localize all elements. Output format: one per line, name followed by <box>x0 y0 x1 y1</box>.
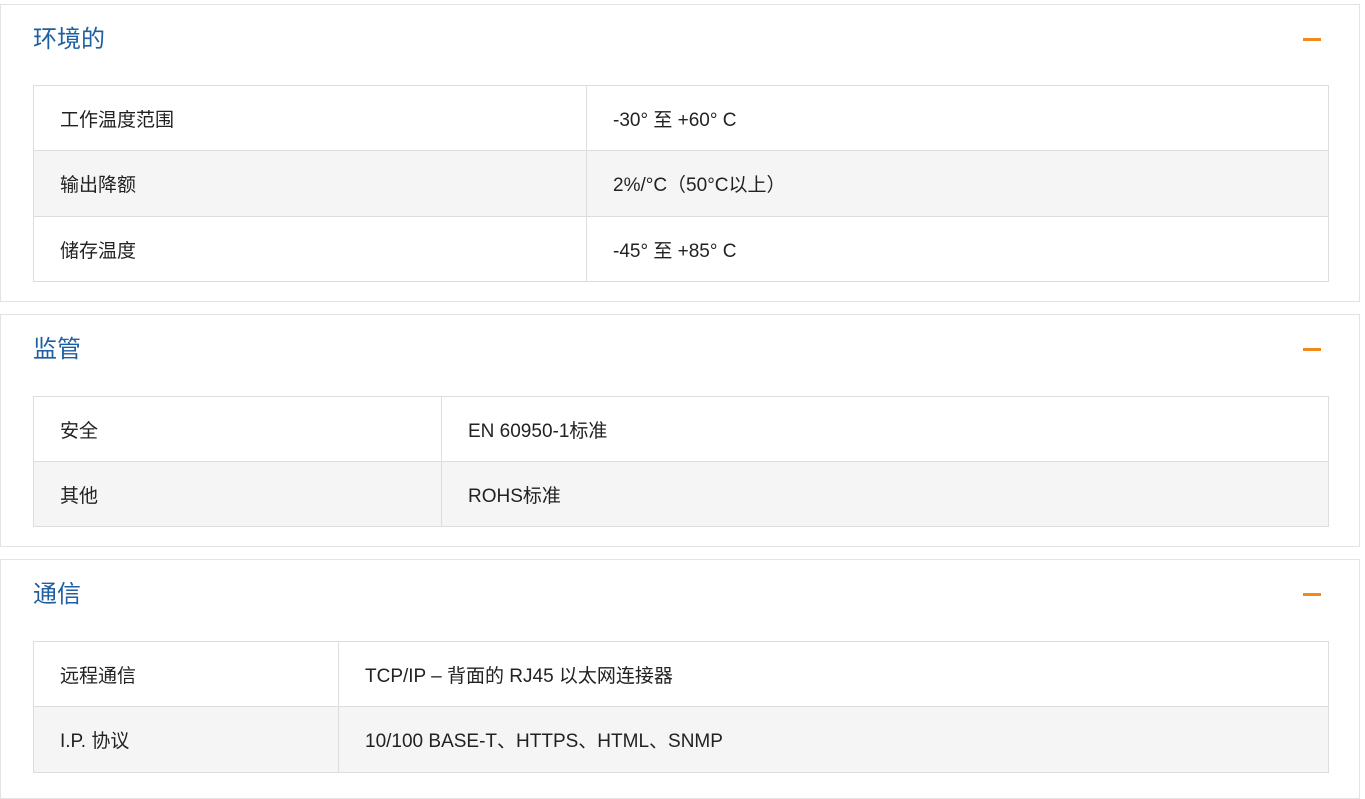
section-regulatory: 监管 安全 EN 60950-1标准 其他 ROHS标准 <box>0 314 1360 547</box>
section-communications: 通信 远程通信 TCP/IP – 背面的 RJ45 以太网连接器 I.P. 协议… <box>0 559 1360 799</box>
table-row: 工作温度范围 -30° 至 +60° C <box>33 85 1329 151</box>
section-header[interactable]: 监管 <box>1 315 1359 381</box>
spec-value: -30° 至 +60° C <box>586 85 1329 151</box>
table-row: 输出降额 2%/°C（50°C以上） <box>33 150 1329 217</box>
table-row: 安全 EN 60950-1标准 <box>33 396 1329 462</box>
minus-icon <box>1303 38 1321 41</box>
spec-value: ROHS标准 <box>441 461 1329 527</box>
spec-table: 远程通信 TCP/IP – 背面的 RJ45 以太网连接器 I.P. 协议 10… <box>33 641 1329 773</box>
spec-label: 输出降额 <box>33 150 587 217</box>
spec-label: 储存温度 <box>33 216 587 282</box>
spec-value: 10/100 BASE-T、HTTPS、HTML、SNMP <box>338 706 1329 773</box>
section-title: 环境的 <box>33 26 105 53</box>
section-title: 监管 <box>33 336 81 363</box>
section-title: 通信 <box>33 581 81 608</box>
spec-label: 工作温度范围 <box>33 85 587 151</box>
spec-value: 2%/°C（50°C以上） <box>586 150 1329 217</box>
section-header[interactable]: 环境的 <box>1 5 1359 71</box>
minus-icon <box>1303 348 1321 351</box>
table-row: 储存温度 -45° 至 +85° C <box>33 216 1329 282</box>
table-row: I.P. 协议 10/100 BASE-T、HTTPS、HTML、SNMP <box>33 706 1329 773</box>
collapse-toggle-button[interactable] <box>1303 341 1323 361</box>
spec-label: 安全 <box>33 396 442 462</box>
table-row: 远程通信 TCP/IP – 背面的 RJ45 以太网连接器 <box>33 641 1329 707</box>
section-header[interactable]: 通信 <box>1 560 1359 626</box>
minus-icon <box>1303 593 1321 596</box>
spec-table: 安全 EN 60950-1标准 其他 ROHS标准 <box>33 396 1329 527</box>
collapse-toggle-button[interactable] <box>1303 31 1323 51</box>
spec-value: -45° 至 +85° C <box>586 216 1329 282</box>
spec-label: 远程通信 <box>33 641 339 707</box>
spec-value: EN 60950-1标准 <box>441 396 1329 462</box>
section-environmental: 环境的 工作温度范围 -30° 至 +60° C 输出降额 2%/°C（50°C… <box>0 4 1360 302</box>
spec-value: TCP/IP – 背面的 RJ45 以太网连接器 <box>338 641 1329 707</box>
spec-label: I.P. 协议 <box>33 706 339 773</box>
table-row: 其他 ROHS标准 <box>33 461 1329 527</box>
spec-label: 其他 <box>33 461 442 527</box>
collapse-toggle-button[interactable] <box>1303 586 1323 606</box>
spec-table: 工作温度范围 -30° 至 +60° C 输出降额 2%/°C（50°C以上） … <box>33 85 1329 282</box>
